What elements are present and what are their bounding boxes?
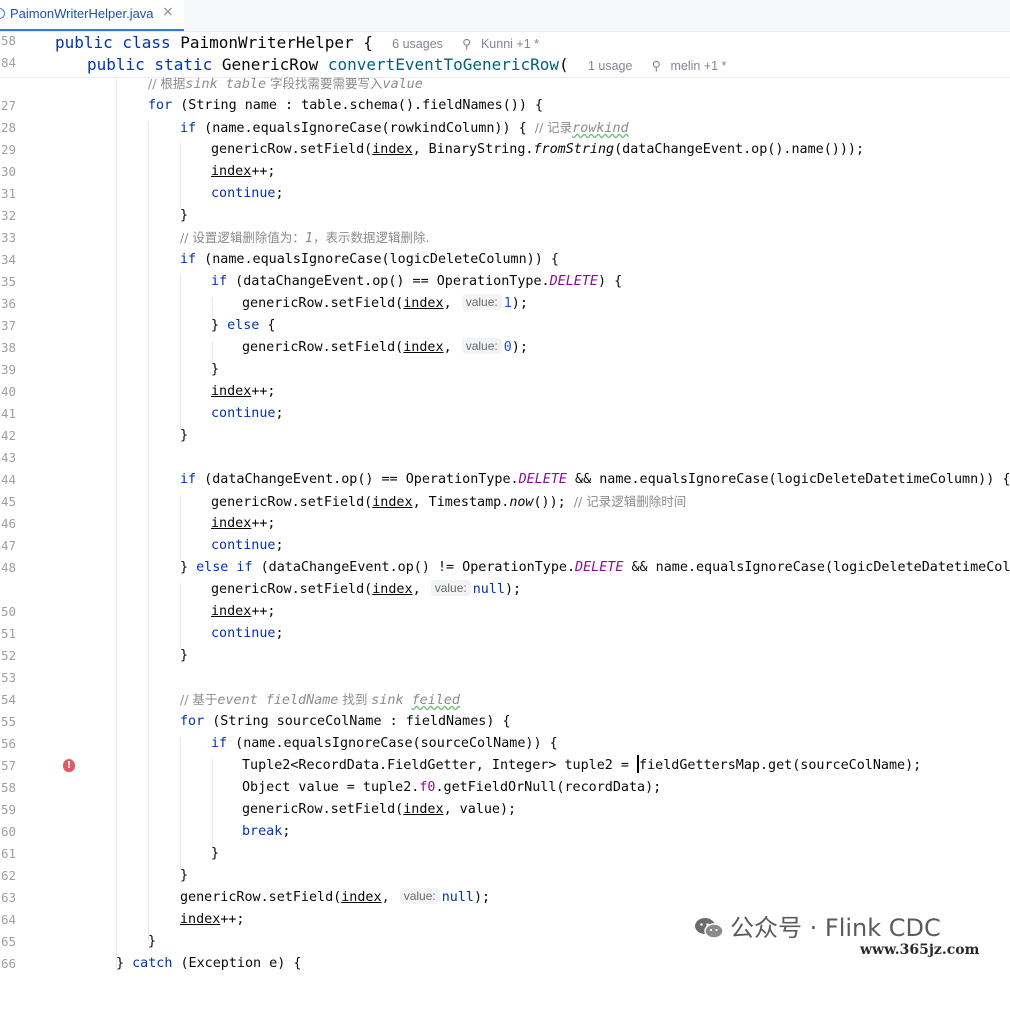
line-number: 84 (0, 55, 16, 70)
usages-hint[interactable]: 6 usages (392, 37, 443, 51)
code-line[interactable]: 40 } (0, 359, 1010, 399)
watermark: 公众号 · Flink CDC (694, 908, 941, 943)
code-line[interactable]: 39 genericRow.setField(index, value: 0); (0, 337, 1010, 377)
code-line[interactable]: 42 continue; (0, 403, 1010, 443)
code-line[interactable]: 63 } (0, 865, 1010, 905)
code-line[interactable]: 29 if (name.equalsIgnoreCase(rowkindColu… (0, 117, 1010, 157)
parameter-hint: value: (399, 888, 440, 904)
tab-paimon-writer-helper[interactable]: PaimonWriterHelper.java × (0, 0, 184, 31)
code-line[interactable]: 55 // 基于event fieldName 找到 sink feiled (0, 689, 1010, 729)
code-line[interactable]: 38 } else { (0, 315, 1010, 355)
watermark-site: www.365jz.com (860, 942, 980, 958)
code-line[interactable]: 31 index++; (0, 161, 1010, 201)
code-line[interactable]: 37 genericRow.setField(index, value: 1); (0, 293, 1010, 333)
author-hint[interactable]: melin +1 * (670, 59, 726, 73)
usages-hint[interactable]: 1 usage (588, 59, 632, 73)
sticky-class-line[interactable]: 58 public class PaimonWriterHelper { 6 u… (0, 33, 1010, 56)
code-line[interactable]: 50 genericRow.setField(index, value: null… (0, 579, 1010, 619)
code-line[interactable]: 49 } else if (dataChangeEvent.op() != Op… (0, 557, 1010, 579)
error-icon[interactable]: ! (63, 759, 75, 772)
code-line[interactable]: 48 continue; (0, 535, 1010, 575)
code-line[interactable]: 53 } (0, 645, 1010, 685)
parameter-hint: value: (430, 580, 471, 596)
code-line[interactable]: 51 index++; (0, 601, 1010, 641)
code-line[interactable]: 56 for (String sourceColName : fieldName… (0, 711, 1010, 751)
java-file-icon (0, 8, 5, 19)
author-icon: ⚲ (651, 59, 661, 73)
code-line[interactable]: 44 (0, 447, 1010, 487)
line-number: 58 (0, 33, 16, 48)
code-line[interactable]: 45 if (dataChangeEvent.op() == Operation… (0, 469, 1010, 509)
code-line[interactable]: } catch (Exception e) { (0, 953, 1010, 975)
code-line[interactable]: 28 for (String name : table.schema().fie… (0, 95, 1010, 135)
code-line[interactable]: 64 genericRow.setField(index, value: null… (0, 887, 1010, 927)
watermark-text: 公众号 · Flink CDC (730, 914, 941, 942)
code-line[interactable]: 33 } (0, 205, 1010, 245)
close-icon[interactable]: × (162, 4, 174, 20)
code-line[interactable]: 43 } (0, 425, 1010, 465)
code-line[interactable]: 54 (0, 667, 1010, 707)
author-icon: ⚲ (462, 37, 472, 51)
code-line[interactable]: 34 // 设置逻辑删除值为：1，表示数据逻辑删除. (0, 227, 1010, 267)
code-line[interactable]: 57 if (name.equalsIgnoreCase(sourceColNa… (0, 733, 1010, 773)
parameter-hint: value: (461, 294, 502, 310)
code-line[interactable]: 46 genericRow.setField(index, Timestamp.… (0, 491, 1010, 531)
code-line[interactable]: 35 if (name.equalsIgnoreCase(logicDelete… (0, 249, 1010, 289)
code-line[interactable]: 61 break; (0, 821, 1010, 861)
code-line[interactable]: 32 continue; (0, 183, 1010, 223)
code-line[interactable]: 47 index++; (0, 513, 1010, 553)
code-line[interactable]: 59 Object value = tuple2.f0.getFieldOrNu… (0, 777, 1010, 817)
parameter-hint: value: (461, 338, 502, 354)
code-line[interactable]: 27 // 根据sink table 字段找需要需要写入value (0, 73, 1010, 113)
tab-label: PaimonWriterHelper.java (10, 6, 154, 21)
code-line[interactable]: 52 continue; (0, 623, 1010, 663)
code-line[interactable]: 30 genericRow.setField(index, BinaryStri… (0, 139, 1010, 179)
code-editor[interactable]: 58 public class PaimonWriterHelper { 6 u… (0, 33, 1010, 971)
code-line[interactable]: 41 index++; (0, 381, 1010, 421)
code-line[interactable]: 60 genericRow.setField(index, value); (0, 799, 1010, 839)
code-line[interactable]: 36 if (dataChangeEvent.op() == Operation… (0, 271, 1010, 311)
author-hint[interactable]: Kunni +1 * (481, 37, 539, 51)
code-line-current[interactable]: 58 ! Tuple2<RecordData.FieldGetter, Inte… (0, 755, 1010, 795)
editor-tab-bar: PaimonWriterHelper.java × (0, 0, 1010, 32)
code-line[interactable]: 62 } (0, 843, 1010, 883)
wechat-icon (695, 918, 724, 939)
